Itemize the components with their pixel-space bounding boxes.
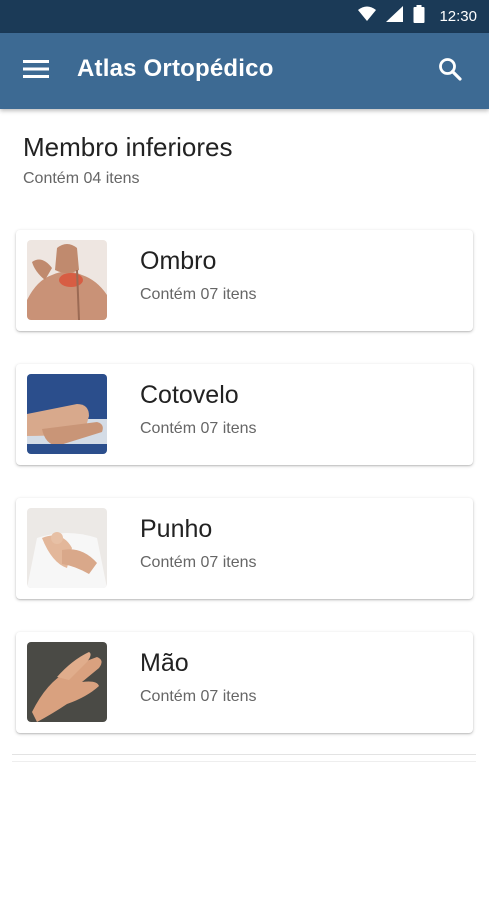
list-item-cotovelo[interactable]: Cotovelo Contém 07 itens (16, 364, 473, 465)
item-title: Ombro (140, 247, 217, 275)
wifi-icon (358, 6, 377, 27)
list-item-ombro[interactable]: Ombro Contém 07 itens (16, 230, 473, 331)
search-icon (438, 57, 462, 86)
app-title: Atlas Ortopédico (77, 55, 274, 82)
menu-icon (23, 59, 49, 84)
item-subtitle: Contém 07 itens (140, 688, 257, 705)
menu-button[interactable] (16, 53, 56, 89)
item-subtitle: Contém 07 itens (140, 554, 257, 571)
app-bar: Atlas Ortopédico (0, 33, 489, 109)
item-title: Punho (140, 515, 213, 543)
status-time: 12:30 (439, 8, 477, 25)
shoulder-photo (27, 240, 107, 320)
list-item-punho[interactable]: Punho Contém 07 itens (16, 498, 473, 599)
section-subtitle: Contém 04 itens (23, 170, 140, 187)
battery-icon (413, 5, 425, 28)
list-item-mao[interactable]: Mão Contém 07 itens (16, 632, 473, 733)
category-list: Ombro Contém 07 itens Cotovelo Contém 07… (16, 230, 473, 766)
status-icons: 12:30 (358, 0, 477, 33)
signal-icon (386, 6, 404, 27)
divider (12, 761, 476, 762)
item-title: Cotovelo (140, 381, 239, 409)
search-button[interactable] (431, 52, 469, 90)
wrist-photo (27, 508, 107, 588)
divider (12, 754, 476, 755)
item-subtitle: Contém 07 itens (140, 420, 257, 437)
section-title: Membro inferiores (23, 132, 233, 162)
item-subtitle: Contém 07 itens (140, 286, 257, 303)
item-title: Mão (140, 649, 189, 677)
hand-photo (27, 642, 107, 722)
elbow-photo (27, 374, 107, 454)
status-bar: 12:30 (0, 0, 489, 33)
